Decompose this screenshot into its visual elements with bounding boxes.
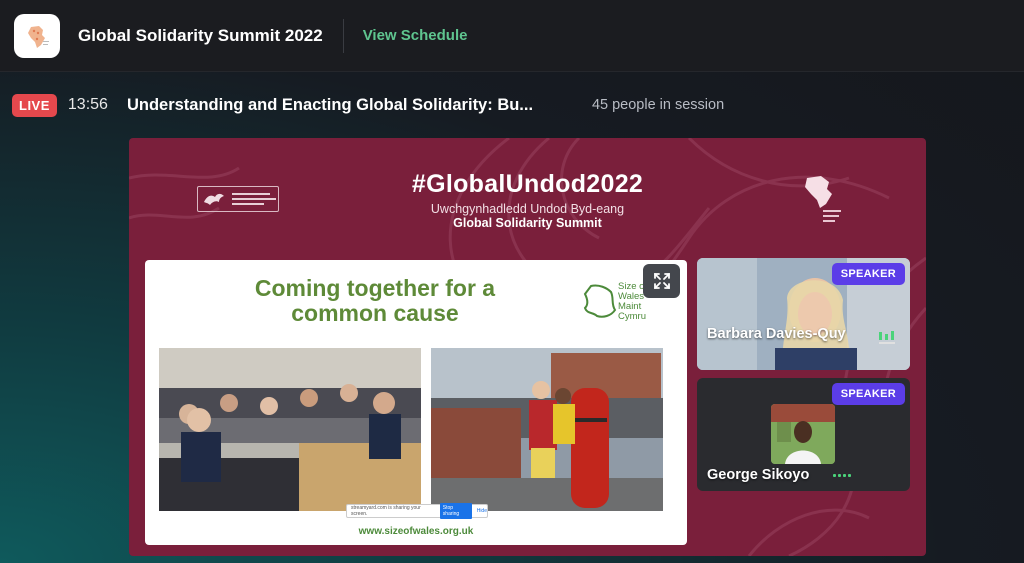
postbox-photo [431, 348, 663, 511]
slide-title-line2: common cause [291, 300, 459, 326]
broadcast-stage: #GlobalUndod2022 Uwchgynhadledd Undod By… [129, 138, 926, 556]
classroom-photo [159, 348, 421, 511]
slide-title-line1: Coming together for a [254, 275, 496, 301]
expand-icon [653, 273, 670, 289]
shared-slide: Coming together for a common cause Size … [145, 260, 687, 545]
view-schedule-link[interactable]: View Schedule [363, 27, 468, 44]
hide-share-bar-button[interactable]: Hide [477, 508, 487, 514]
session-bar: LIVE 13:56 Understanding and Enacting Gl… [0, 92, 1024, 118]
slide-title: Coming together for a common cause [205, 276, 545, 326]
slide-url: www.sizeofwales.org.uk [358, 526, 474, 537]
share-bar-text: streamyard.com is sharing your screen. [351, 505, 421, 517]
top-bar: Global Solidarity Summit 2022 View Sched… [0, 0, 1024, 72]
speaker-badge: SPEAKER [831, 383, 905, 405]
live-badge: LIVE [12, 93, 57, 117]
fullscreen-button[interactable] [643, 264, 680, 298]
africa-map-icon [28, 25, 49, 48]
people-count[interactable]: 45 people in session [592, 97, 724, 113]
speaker-tile-george[interactable]: SPEAKER George Sikoyo [697, 378, 910, 491]
speaker-badge: SPEAKER [831, 263, 905, 285]
stop-sharing-button[interactable]: Stop sharing [439, 503, 472, 519]
speaker-name: George Sikoyo [707, 467, 810, 483]
hub-logo-small-icon [879, 331, 895, 344]
session-timer: 13:56 [67, 96, 108, 113]
header-divider [342, 18, 344, 53]
speaker-tile-barbara[interactable]: SPEAKER Barbara Davies-Quy [697, 258, 910, 370]
session-title: Understanding and Enacting Global Solida… [126, 95, 534, 114]
screen-share-bar: streamyard.com is sharing your screen. S… [346, 503, 488, 519]
george-video-feed [771, 404, 835, 464]
event-logo[interactable] [14, 13, 60, 58]
hub-cymru-africa-logo [805, 176, 841, 222]
audio-level-indicator [833, 474, 851, 477]
event-title: Global Solidarity Summit 2022 [78, 25, 323, 45]
speaker-name: Barbara Davies-Quy [707, 326, 846, 342]
logo-text-line4: Cymru [618, 311, 646, 322]
